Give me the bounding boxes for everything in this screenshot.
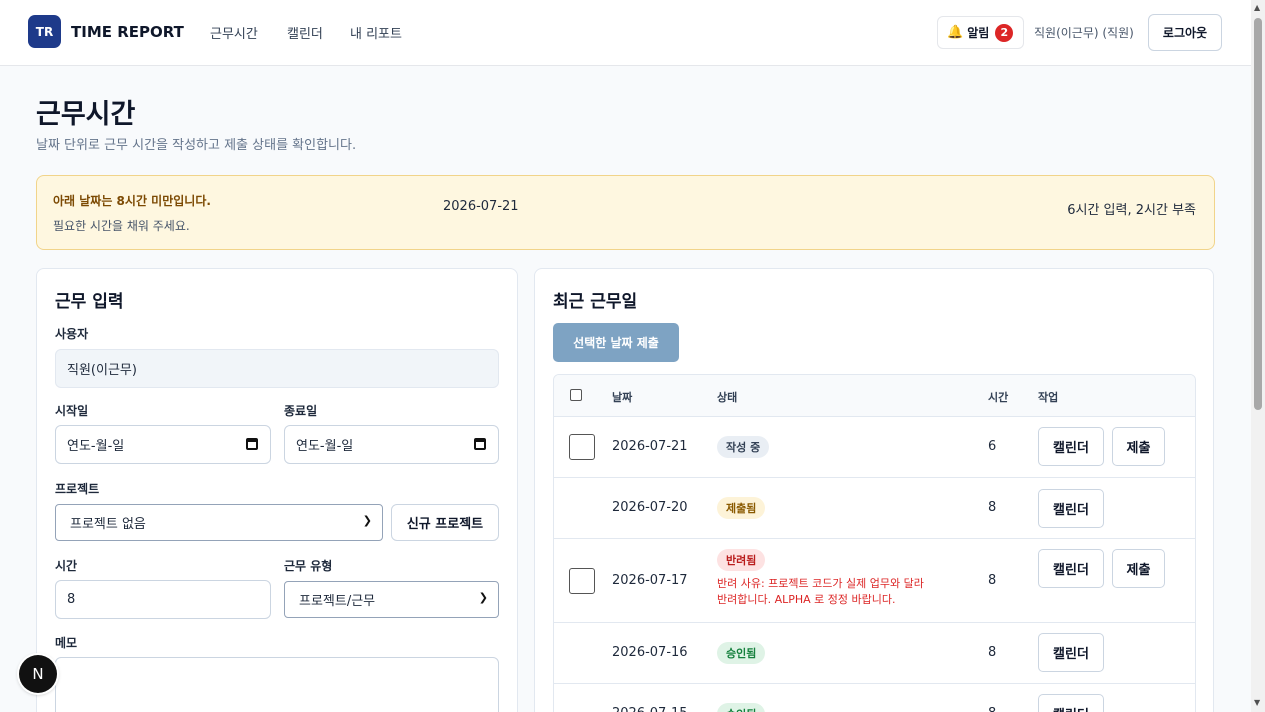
work-entry-card: 근무 입력 사용자 직원(이근무) 시작일 연도-월-일 종료일 연도-월-일 … — [36, 268, 518, 712]
chevron-down-icon: ❯ — [362, 514, 372, 527]
status-badge: 반려됨 — [717, 549, 766, 571]
select-all-checkbox[interactable] — [570, 389, 582, 401]
calendar-button[interactable]: 캘린더 — [1038, 427, 1104, 466]
table-row: 2026-07-17 반려됨 반려 사유: 프로젝트 코드가 실제 업무와 달라… — [554, 539, 1195, 623]
row-hours: 8 — [988, 573, 997, 588]
scroll-thumb[interactable] — [1254, 18, 1262, 410]
col-hours: 시간 — [988, 391, 1009, 404]
warning-subtitle: 필요한 시간을 채워 주세요. — [53, 219, 190, 233]
top-navbar: TR TIME REPORT 근무시간 캘린더 내 리포트 🔔 알림 2 직원(… — [0, 0, 1251, 66]
scroll-up-icon[interactable]: ▲ — [1254, 3, 1260, 12]
table-row: 2026-07-16 승인됨 8 캘린더 — [554, 623, 1195, 684]
notification-button[interactable]: 🔔 알림 2 — [937, 16, 1024, 49]
under-hours-warning: 아래 날짜는 8시간 미만입니다. 필요한 시간을 채워 주세요. 2026-0… — [36, 175, 1215, 250]
status-badge: 작성 중 — [717, 436, 770, 458]
recent-days-card: 최근 근무일 선택한 날짜 제출 날짜 상태 시간 작업 2026-07-21 … — [534, 268, 1214, 712]
calendar-icon[interactable] — [246, 438, 258, 450]
row-date: 2026-07-21 — [612, 439, 688, 454]
row-date: 2026-07-16 — [612, 645, 688, 660]
warning-title: 아래 날짜는 8시간 미만입니다. — [53, 194, 211, 208]
memo-label: 메모 — [55, 636, 78, 650]
worktype-select[interactable]: 프로젝트/근무 ❯ — [284, 581, 499, 618]
warning-hours: 6시간 입력, 2시간 부족 — [1067, 203, 1196, 218]
notification-count-badge: 2 — [995, 23, 1014, 42]
page-scrollbar[interactable]: ▲ ▼ — [1251, 0, 1265, 712]
table-row: 2026-07-20 제출됨 8 캘린더 — [554, 478, 1195, 539]
row-hours: 8 — [988, 645, 997, 660]
page-title: 근무시간 — [36, 99, 136, 130]
warning-date: 2026-07-21 — [443, 199, 519, 214]
start-date-label: 시작일 — [55, 404, 89, 418]
calendar-icon[interactable] — [474, 438, 486, 450]
project-label: 프로젝트 — [55, 482, 100, 496]
hours-label: 시간 — [55, 559, 78, 573]
nav-worktime[interactable]: 근무시간 — [210, 23, 258, 42]
scroll-down-icon[interactable]: ▼ — [1254, 698, 1260, 707]
nav-calendar[interactable]: 캘린더 — [287, 23, 323, 42]
end-date-placeholder: 연도-월-일 — [296, 439, 354, 454]
floating-assistant-button[interactable]: N — [19, 655, 57, 693]
user-label: 사용자 — [55, 327, 89, 341]
recent-days-table: 날짜 상태 시간 작업 2026-07-21 작성 중 6 캘린더 제출 202… — [553, 374, 1196, 712]
nav-my-report[interactable]: 내 리포트 — [350, 23, 402, 42]
table-header: 날짜 상태 시간 작업 — [554, 375, 1195, 417]
calendar-button[interactable]: 캘린더 — [1038, 549, 1104, 588]
page-subtitle: 날짜 단위로 근무 시간을 작성하고 제출 상태를 확인합니다. — [36, 138, 357, 153]
calendar-button[interactable]: 캘린더 — [1038, 694, 1104, 712]
row-checkbox[interactable] — [569, 568, 595, 594]
brand-name[interactable]: TIME REPORT — [71, 23, 184, 41]
status-badge: 승인됨 — [717, 703, 766, 712]
col-date: 날짜 — [612, 391, 633, 404]
submit-button[interactable]: 제출 — [1112, 549, 1165, 588]
new-project-button[interactable]: 신규 프로젝트 — [391, 504, 499, 541]
end-date-label: 종료일 — [284, 404, 318, 418]
submit-selected-button[interactable]: 선택한 날짜 제출 — [553, 323, 679, 362]
submit-button[interactable]: 제출 — [1112, 427, 1165, 466]
chevron-down-icon: ❯ — [478, 591, 488, 604]
table-row: 2026-07-15 승인됨 8 캘린더 — [554, 684, 1195, 712]
logout-button[interactable]: 로그아웃 — [1148, 14, 1222, 51]
col-status: 상태 — [717, 391, 738, 404]
status-badge: 승인됨 — [717, 642, 766, 664]
row-hours: 6 — [988, 439, 997, 454]
logo[interactable]: TR — [28, 15, 61, 48]
memo-textarea[interactable] — [55, 657, 499, 712]
end-date-input[interactable]: 연도-월-일 — [284, 425, 499, 464]
recent-days-title: 최근 근무일 — [553, 292, 638, 312]
start-date-input[interactable]: 연도-월-일 — [55, 425, 271, 464]
start-date-placeholder: 연도-월-일 — [67, 439, 125, 454]
user-field: 직원(이근무) — [55, 349, 499, 388]
row-date: 2026-07-17 — [612, 573, 688, 588]
status-badge: 제출됨 — [717, 497, 766, 519]
worktype-label: 근무 유형 — [284, 559, 333, 573]
worktype-select-value: 프로젝트/근무 — [299, 594, 376, 609]
current-user: 직원(이근무) (직원) — [1034, 26, 1134, 40]
row-hours: 8 — [988, 500, 997, 515]
reject-reason: 반려 사유: 프로젝트 코드가 실제 업무와 달라 반려합니다. ALPHA 로… — [717, 577, 924, 606]
row-date: 2026-07-15 — [612, 706, 688, 712]
row-checkbox[interactable] — [569, 434, 595, 460]
work-entry-title: 근무 입력 — [55, 292, 124, 312]
row-date: 2026-07-20 — [612, 500, 688, 515]
row-hours: 8 — [988, 706, 996, 712]
hours-input[interactable]: 8 — [55, 580, 271, 619]
col-action: 작업 — [1038, 391, 1059, 404]
project-select[interactable]: 프로젝트 없음 ❯ — [55, 504, 383, 541]
bell-icon: 🔔 — [947, 25, 964, 40]
notification-label: 알림 — [967, 26, 990, 40]
project-select-value: 프로젝트 없음 — [70, 517, 146, 532]
calendar-button[interactable]: 캘린더 — [1038, 633, 1104, 672]
table-row: 2026-07-21 작성 중 6 캘린더 제출 — [554, 417, 1195, 478]
calendar-button[interactable]: 캘린더 — [1038, 489, 1104, 528]
